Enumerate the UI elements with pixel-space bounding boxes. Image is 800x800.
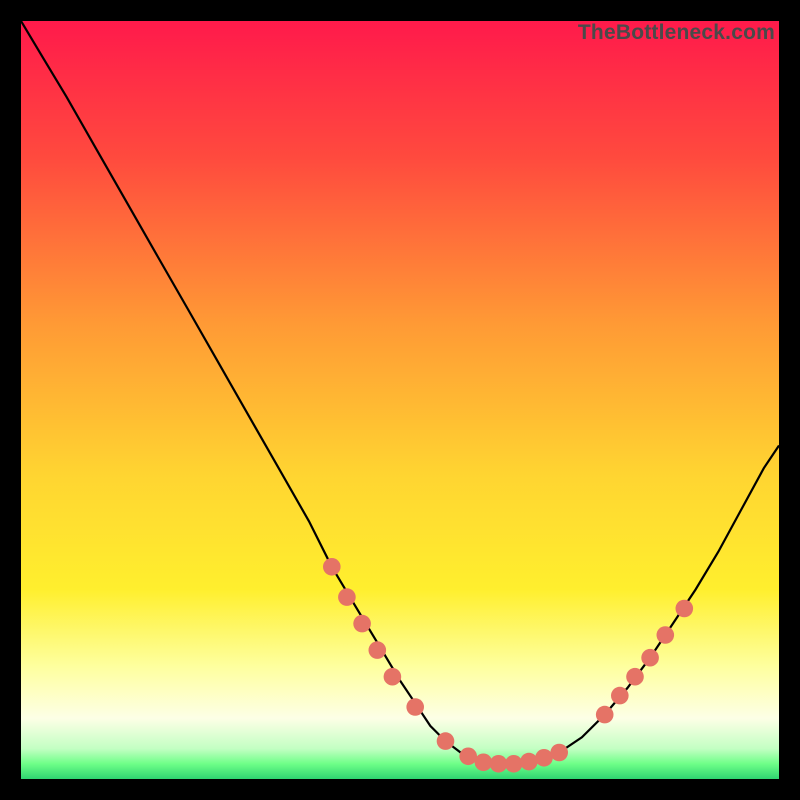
curve-dot [384,668,402,686]
curve-dot [369,641,387,659]
curve-dot [535,749,553,767]
curve-dot [520,753,538,771]
curve-dot [490,755,508,773]
curve-dot [611,687,629,705]
chart-svg [21,21,779,779]
plot-area: TheBottleneck.com [21,21,779,779]
curve-dot [641,649,659,667]
curve-dot [323,558,341,576]
curve-dot [338,588,356,606]
curve-dot [475,754,493,772]
curve-dot [657,626,675,644]
curve-dot [459,748,477,766]
curve-dot [406,698,424,716]
watermark-text: TheBottleneck.com [578,21,775,45]
curve-dot [626,668,644,686]
curve-dot [505,755,523,773]
chart-frame: TheBottleneck.com [0,0,800,800]
curve-dot [676,600,694,618]
curve-dot [596,706,614,724]
curve-dot [550,744,568,762]
curve-dot [353,615,371,633]
curve-dot [437,732,455,750]
gradient-background [21,21,779,779]
